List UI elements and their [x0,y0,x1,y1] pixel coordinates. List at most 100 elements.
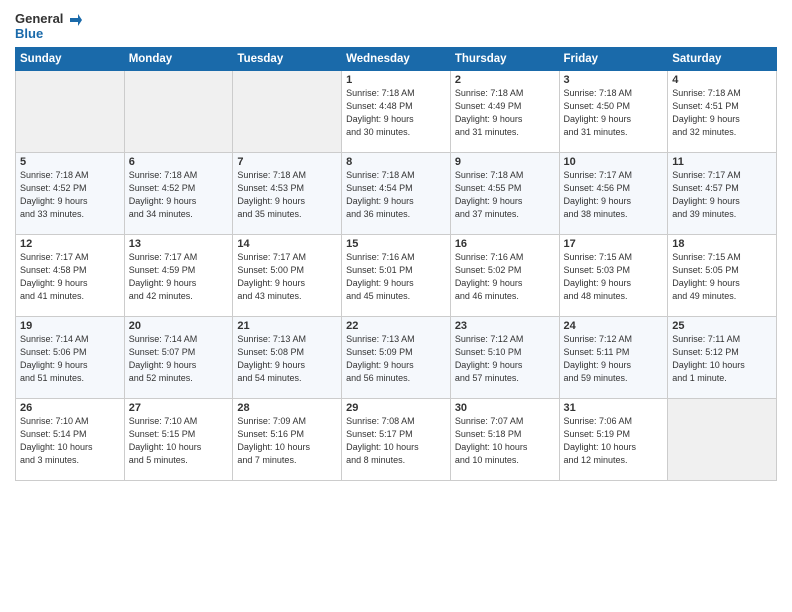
day-info: Sunrise: 7:12 AM Sunset: 5:10 PM Dayligh… [455,333,555,385]
day-number: 20 [129,320,229,332]
day-cell: 28Sunrise: 7:09 AM Sunset: 5:16 PM Dayli… [233,399,342,481]
day-cell: 9Sunrise: 7:18 AM Sunset: 4:55 PM Daylig… [450,153,559,235]
day-info: Sunrise: 7:12 AM Sunset: 5:11 PM Dayligh… [564,333,664,385]
day-info: Sunrise: 7:18 AM Sunset: 4:48 PM Dayligh… [346,87,446,139]
calendar-container: General Blue SundayMondayTuesdayWednesda… [0,0,792,486]
day-cell: 25Sunrise: 7:11 AM Sunset: 5:12 PM Dayli… [668,317,777,399]
day-header-friday: Friday [559,48,668,71]
logo: General Blue [15,10,82,41]
day-number: 28 [237,402,337,414]
day-number: 17 [564,238,664,250]
day-cell: 16Sunrise: 7:16 AM Sunset: 5:02 PM Dayli… [450,235,559,317]
day-info: Sunrise: 7:06 AM Sunset: 5:19 PM Dayligh… [564,415,664,467]
day-header-wednesday: Wednesday [342,48,451,71]
day-info: Sunrise: 7:18 AM Sunset: 4:52 PM Dayligh… [129,169,229,221]
week-row-5: 26Sunrise: 7:10 AM Sunset: 5:14 PM Dayli… [16,399,777,481]
day-cell: 20Sunrise: 7:14 AM Sunset: 5:07 PM Dayli… [124,317,233,399]
day-info: Sunrise: 7:16 AM Sunset: 5:01 PM Dayligh… [346,251,446,303]
day-header-sunday: Sunday [16,48,125,71]
day-cell: 13Sunrise: 7:17 AM Sunset: 4:59 PM Dayli… [124,235,233,317]
day-cell [16,71,125,153]
day-header-thursday: Thursday [450,48,559,71]
day-info: Sunrise: 7:09 AM Sunset: 5:16 PM Dayligh… [237,415,337,467]
day-cell: 27Sunrise: 7:10 AM Sunset: 5:15 PM Dayli… [124,399,233,481]
day-number: 19 [20,320,120,332]
day-cell: 29Sunrise: 7:08 AM Sunset: 5:17 PM Dayli… [342,399,451,481]
week-row-4: 19Sunrise: 7:14 AM Sunset: 5:06 PM Dayli… [16,317,777,399]
day-cell: 31Sunrise: 7:06 AM Sunset: 5:19 PM Dayli… [559,399,668,481]
day-number: 6 [129,156,229,168]
week-row-2: 5 Sunrise: 7:18 AM Sunset: 4:52 PM Daylig… [16,153,777,235]
day-info: Sunrise: 7:18 AM Sunset: 4:49 PM Dayligh… [455,87,555,139]
day-number: 16 [455,238,555,250]
day-info: Sunrise: 7:14 AM Sunset: 5:06 PM Dayligh… [20,333,120,385]
day-number: 22 [346,320,446,332]
day-info: Sunrise: 7:16 AM Sunset: 5:02 PM Dayligh… [455,251,555,303]
day-cell: 22Sunrise: 7:13 AM Sunset: 5:09 PM Dayli… [342,317,451,399]
day-info: Sunrise: 7:18 AM Sunset: 4:54 PM Dayligh… [346,169,446,221]
day-number: 29 [346,402,446,414]
day-info: Sunrise: 7:11 AM Sunset: 5:12 PM Dayligh… [672,333,772,385]
day-number: 27 [129,402,229,414]
week-row-3: 12Sunrise: 7:17 AM Sunset: 4:58 PM Dayli… [16,235,777,317]
day-cell: 12Sunrise: 7:17 AM Sunset: 4:58 PM Dayli… [16,235,125,317]
day-number: 12 [20,238,120,250]
day-header-saturday: Saturday [668,48,777,71]
day-info: Sunrise: 7:17 AM Sunset: 4:59 PM Dayligh… [129,251,229,303]
logo-blue: Blue [15,26,43,41]
day-cell: 14Sunrise: 7:17 AM Sunset: 5:00 PM Dayli… [233,235,342,317]
logo-arrow-icon [66,10,82,26]
day-info: Sunrise: 7:07 AM Sunset: 5:18 PM Dayligh… [455,415,555,467]
day-cell: 17Sunrise: 7:15 AM Sunset: 5:03 PM Dayli… [559,235,668,317]
week-row-1: 1Sunrise: 7:18 AM Sunset: 4:48 PM Daylig… [16,71,777,153]
day-info: Sunrise: 7:13 AM Sunset: 5:09 PM Dayligh… [346,333,446,385]
day-number: 25 [672,320,772,332]
day-cell [668,399,777,481]
day-info: Sunrise: 7:18 AM Sunset: 4:50 PM Dayligh… [564,87,664,139]
day-cell: 7Sunrise: 7:18 AM Sunset: 4:53 PM Daylig… [233,153,342,235]
day-cell: 15Sunrise: 7:16 AM Sunset: 5:01 PM Dayli… [342,235,451,317]
day-number: 26 [20,402,120,414]
day-info: Sunrise: 7:15 AM Sunset: 5:03 PM Dayligh… [564,251,664,303]
day-cell: 8Sunrise: 7:18 AM Sunset: 4:54 PM Daylig… [342,153,451,235]
day-number: 8 [346,156,446,168]
header-row: General Blue [15,10,777,41]
day-number: 18 [672,238,772,250]
day-header-tuesday: Tuesday [233,48,342,71]
day-cell [124,71,233,153]
day-number: 4 [672,74,772,86]
day-cell: 24Sunrise: 7:12 AM Sunset: 5:11 PM Dayli… [559,317,668,399]
day-info: Sunrise: 7:13 AM Sunset: 5:08 PM Dayligh… [237,333,337,385]
day-number: 24 [564,320,664,332]
day-number: 31 [564,402,664,414]
header-row-days: SundayMondayTuesdayWednesdayThursdayFrid… [16,48,777,71]
day-number: 15 [346,238,446,250]
day-cell [233,71,342,153]
day-number: 7 [237,156,337,168]
day-number: 30 [455,402,555,414]
day-info: Sunrise: 7:14 AM Sunset: 5:07 PM Dayligh… [129,333,229,385]
day-cell: 23Sunrise: 7:12 AM Sunset: 5:10 PM Dayli… [450,317,559,399]
day-cell: 19Sunrise: 7:14 AM Sunset: 5:06 PM Dayli… [16,317,125,399]
day-cell: 5Sunrise: 7:18 AM Sunset: 4:52 PM Daylig… [16,153,125,235]
day-number: 5 [20,156,120,168]
day-cell: 1Sunrise: 7:18 AM Sunset: 4:48 PM Daylig… [342,71,451,153]
day-cell: 3Sunrise: 7:18 AM Sunset: 4:50 PM Daylig… [559,71,668,153]
day-number: 11 [672,156,772,168]
day-info: Sunrise: 7:10 AM Sunset: 5:15 PM Dayligh… [129,415,229,467]
day-info: Sunrise: 7:18 AM Sunset: 4:53 PM Dayligh… [237,169,337,221]
day-info: Sunrise: 7:18 AM Sunset: 4:51 PM Dayligh… [672,87,772,139]
day-number: 10 [564,156,664,168]
day-cell: 10Sunrise: 7:17 AM Sunset: 4:56 PM Dayli… [559,153,668,235]
day-info: Sunrise: 7:17 AM Sunset: 4:56 PM Dayligh… [564,169,664,221]
day-cell: 6Sunrise: 7:18 AM Sunset: 4:52 PM Daylig… [124,153,233,235]
day-info: Sunrise: 7:17 AM Sunset: 4:57 PM Dayligh… [672,169,772,221]
logo-general: General [15,11,63,26]
day-number: 14 [237,238,337,250]
day-number: 23 [455,320,555,332]
day-number: 2 [455,74,555,86]
calendar-table: SundayMondayTuesdayWednesdayThursdayFrid… [15,47,777,481]
day-info: Sunrise: 7:15 AM Sunset: 5:05 PM Dayligh… [672,251,772,303]
day-number: 9 [455,156,555,168]
day-number: 1 [346,74,446,86]
